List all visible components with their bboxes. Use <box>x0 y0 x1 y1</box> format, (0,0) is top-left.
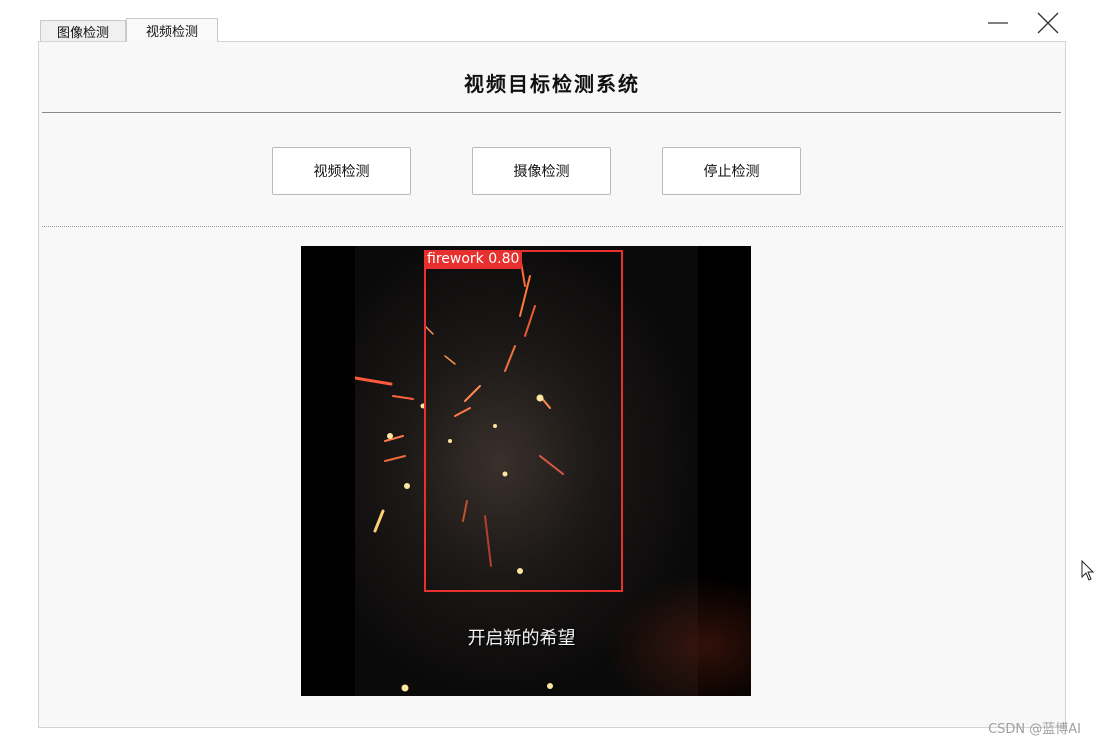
stop-detect-button[interactable]: 停止检测 <box>662 147 801 195</box>
detection-bounding-box <box>424 250 623 592</box>
tab-image-detection[interactable]: 图像检测 <box>40 20 126 41</box>
close-icon[interactable] <box>1032 8 1062 38</box>
video-detect-button[interactable]: 视频检测 <box>272 147 411 195</box>
minimize-icon[interactable] <box>984 8 1014 38</box>
video-frame: firework 0.80 开启新的希望 <box>355 246 751 696</box>
watermark: CSDN @蓝博AI <box>988 722 1081 737</box>
section-divider <box>42 226 1063 227</box>
page-title: 视频目标检测系统 <box>464 72 640 96</box>
detection-label: firework 0.80 <box>424 250 523 269</box>
camera-detect-button[interactable]: 摄像检测 <box>472 147 611 195</box>
video-display: firework 0.80 开启新的希望 <box>301 246 751 696</box>
video-subtitle: 开启新的希望 <box>467 628 576 649</box>
title-divider <box>42 112 1061 113</box>
mouse-pointer-icon <box>1081 560 1095 581</box>
tab-video-detection[interactable]: 视频检测 <box>126 18 218 42</box>
video-detection-panel: 视频目标检测系统 视频检测 摄像检测 停止检测 firework 0.80 开启… <box>38 41 1066 728</box>
